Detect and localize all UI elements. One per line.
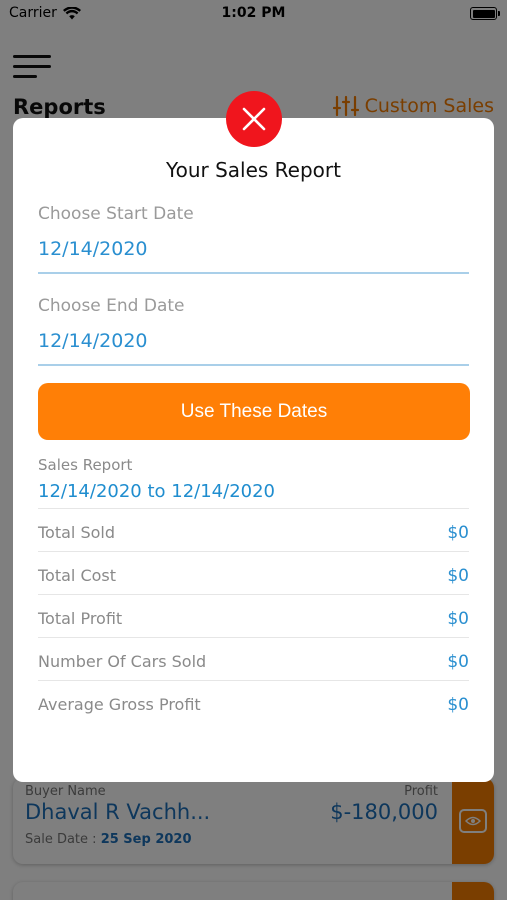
close-modal-button[interactable]: [226, 91, 282, 147]
sales-report-modal: Your Sales Report Choose Start Date 12/1…: [13, 118, 494, 782]
use-these-dates-button[interactable]: Use These Dates: [38, 383, 470, 440]
end-date-label: Choose End Date: [38, 296, 185, 316]
stat-name: Total Cost: [38, 566, 117, 585]
stat-value: $0: [447, 523, 469, 543]
sales-report-label: Sales Report: [38, 456, 133, 474]
stat-value: $0: [447, 609, 469, 629]
stat-value: $0: [447, 695, 469, 715]
stat-name: Total Profit: [38, 609, 123, 628]
stat-name: Number Of Cars Sold: [38, 652, 207, 671]
start-date-input[interactable]: 12/14/2020: [38, 238, 469, 272]
end-date-field[interactable]: Choose End Date 12/14/2020: [38, 296, 469, 366]
stat-value: $0: [447, 652, 469, 672]
start-date-label: Choose Start Date: [38, 204, 194, 224]
stat-value: $0: [447, 566, 469, 586]
stat-name: Total Sold: [38, 523, 115, 542]
close-icon: [242, 107, 266, 131]
stat-name: Average Gross Profit: [38, 695, 201, 714]
stat-row-total-sold: Total Sold $0: [38, 508, 469, 551]
stat-row-total-cost: Total Cost $0: [38, 551, 469, 594]
sales-report-range: 12/14/2020 to 12/14/2020: [38, 481, 276, 502]
start-date-field[interactable]: Choose Start Date 12/14/2020: [38, 204, 469, 274]
stat-row-total-profit: Total Profit $0: [38, 594, 469, 637]
modal-title: Your Sales Report: [166, 158, 341, 182]
stat-row-cars-sold: Number Of Cars Sold $0: [38, 637, 469, 680]
end-date-input[interactable]: 12/14/2020: [38, 330, 469, 364]
stat-row-average-gross-profit: Average Gross Profit $0: [38, 680, 469, 723]
